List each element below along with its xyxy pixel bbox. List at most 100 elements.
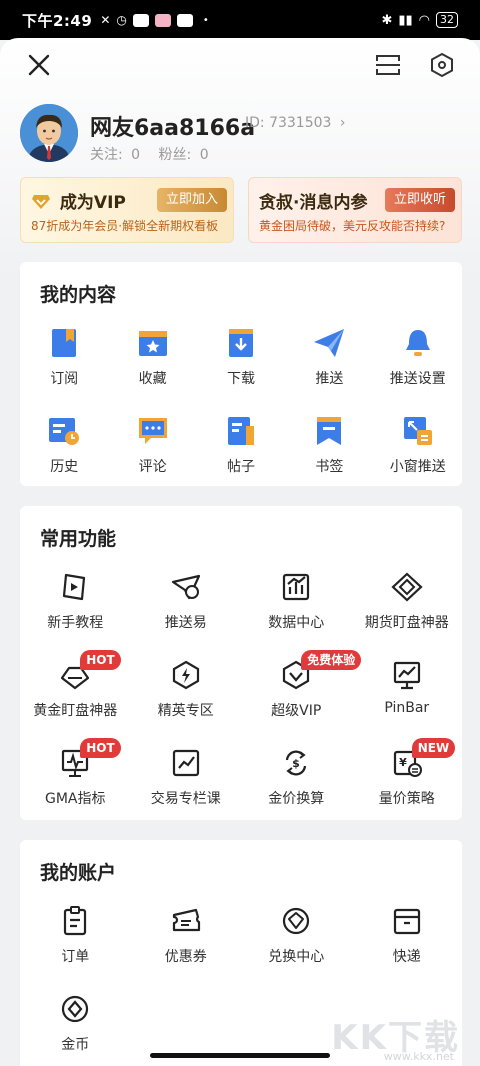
exchange-icon (279, 904, 313, 938)
listen-now-button[interactable]: 立即收听 (384, 188, 455, 212)
gold-monitor-icon: HOT (58, 650, 121, 692)
menu-item-subscribe[interactable]: 订阅 (20, 316, 108, 404)
menu-item-super-vip[interactable]: 免费体验 超级VIP (241, 648, 362, 736)
menu-item-label: 收藏 (138, 371, 167, 387)
avatar[interactable] (20, 104, 78, 162)
menu-item-label: 金价换算 (268, 791, 325, 807)
menu-item-label: 新手教程 (47, 615, 104, 631)
favorite-icon (136, 326, 170, 360)
menu-item-label: 交易专栏课 (150, 791, 221, 807)
volume-price-icon: ¥ NEW (390, 738, 456, 780)
wifi-icon: ◠ (418, 12, 430, 28)
subscribe-icon (47, 326, 81, 360)
battery-icon: 32 (436, 12, 458, 28)
following-label: 关注: (90, 147, 123, 163)
app-notification-icon (176, 13, 193, 27)
menu-item-futures-monitor[interactable]: 期货盯盘神器 (352, 560, 463, 648)
menu-item-push-easy[interactable]: 推送易 (131, 560, 242, 648)
bluetooth-icon: ✱ (381, 12, 393, 28)
home-indicator[interactable] (150, 1053, 330, 1058)
status-right-icons: ✱ ▮▮ ◠ 32 (381, 12, 458, 28)
menu-item-label: 订阅 (50, 371, 79, 387)
menu-item-label: 超级VIP (271, 703, 322, 719)
my-account-title: 我的账户 (40, 862, 117, 884)
push-icon (312, 326, 346, 360)
menu-item-favorite[interactable]: 收藏 (108, 316, 196, 404)
close-icon (28, 54, 50, 76)
menu-item-label: PinBar (384, 700, 430, 716)
menu-item-elite[interactable]: 精英专区 (131, 648, 242, 736)
menu-item-gold-monitor[interactable]: HOT 黄金盯盘神器 (20, 648, 131, 736)
profile-header[interactable]: 网友6aa8166a ID: 7331503 › 关注: 0 粉丝: 0 (20, 104, 460, 168)
user-id[interactable]: ID: 7331503 › (245, 115, 346, 131)
status-bar: 下午2:49 ✕ ◷ • ✱ ▮▮ ◠ 32 (0, 0, 480, 40)
menu-item-push[interactable]: 推送 (285, 316, 373, 404)
vip-promo-banner[interactable]: 成为VIP 立即加入 87折成为年会员·解锁全新期权看板 (20, 177, 234, 243)
menu-item-history[interactable]: 历史 (20, 404, 108, 492)
profile-sheet: 网友6aa8166a ID: 7331503 › 关注: 0 粉丝: 0 成为V… (0, 38, 480, 1066)
menu-item-posts[interactable]: 帖子 (197, 404, 285, 492)
menu-item-express[interactable]: 快递 (352, 894, 463, 982)
order-icon (58, 904, 92, 938)
post-icon (224, 414, 258, 448)
common-functions-card: 常用功能 新手教程 推送易 数据中心 期货盯盘神器 HOT 黄金盯盘神器 精英专… (20, 506, 462, 820)
hot-badge: HOT (80, 738, 121, 758)
hot-badge: HOT (80, 650, 121, 670)
gold-price-convert-icon: $ (279, 746, 313, 780)
menu-item-push-settings[interactable]: 推送设置 (374, 316, 462, 404)
status-time: 下午2:49 (22, 11, 93, 30)
menu-item-comment[interactable]: 评论 (108, 404, 196, 492)
menu-item-mini-window-push[interactable]: 小窗推送 (374, 404, 462, 492)
following-count[interactable]: 0 (131, 147, 140, 163)
menu-item-gold-price-convert[interactable]: $ 金价换算 (241, 736, 352, 824)
my-content-card: 我的内容 订阅 收藏 下载 推送 推送设置 历史 评论 帖子 书签 小窗推送 (20, 262, 462, 486)
menu-item-exchange-center[interactable]: 兑换中心 (241, 894, 352, 982)
fans-count[interactable]: 0 (200, 147, 209, 163)
menu-item-coins[interactable]: 金币 (20, 982, 131, 1066)
menu-item-label: 历史 (50, 459, 79, 475)
my-content-title: 我的内容 (40, 284, 117, 306)
svg-text:¥: ¥ (399, 756, 407, 769)
follow-stats: 关注: 0 粉丝: 0 (90, 144, 209, 164)
menu-item-gma[interactable]: HOT GMA指标 (20, 736, 131, 824)
data-center-icon (279, 570, 313, 604)
status-notification-icons: ✕ ◷ • (100, 13, 208, 27)
push-easy-icon (169, 570, 203, 604)
mini-window-icon (401, 414, 435, 448)
close-button[interactable] (22, 48, 56, 82)
gma-icon: HOT (58, 738, 121, 780)
common-functions-grid: 新手教程 推送易 数据中心 期货盯盘神器 HOT 黄金盯盘神器 精英专区 免费体… (20, 560, 462, 824)
menu-item-label: 数据中心 (268, 615, 325, 631)
menu-item-label: 黄金盯盘神器 (33, 703, 118, 719)
insider-news-banner[interactable]: 贪叔·消息内参 立即收听 黄金困局待破，美元反攻能否持续? (248, 177, 462, 243)
settings-button[interactable] (425, 48, 459, 82)
menu-item-coupons[interactable]: 优惠券 (131, 894, 242, 982)
alarm-icon: ◷ (116, 13, 127, 27)
user-id-label: ID: 7331503 (245, 115, 332, 131)
vip-promo-subtitle: 87折成为年会员·解锁全新期权看板 (31, 219, 219, 233)
settings-hexagon-icon (431, 52, 453, 78)
trading-course-icon (169, 746, 203, 780)
menu-item-data-center[interactable]: 数据中心 (241, 560, 352, 648)
menu-item-trading-course[interactable]: 交易专栏课 (131, 736, 242, 824)
history-icon (47, 414, 81, 448)
menu-item-label: 兑换中心 (268, 949, 325, 965)
coupon-icon (169, 904, 203, 938)
join-vip-button[interactable]: 立即加入 (156, 188, 227, 212)
menu-item-label: 优惠券 (164, 949, 207, 965)
download-icon (224, 326, 258, 360)
menu-item-volume-price[interactable]: ¥ NEW 量价策略 (352, 736, 463, 824)
scan-button[interactable] (371, 48, 405, 82)
express-icon (390, 904, 424, 938)
common-functions-title: 常用功能 (40, 528, 117, 550)
menu-item-label: 评论 (138, 459, 167, 475)
menu-item-bookmark[interactable]: 书签 (285, 404, 373, 492)
menu-item-label: 精英专区 (157, 703, 214, 719)
super-vip-icon: 免费体验 (279, 650, 362, 692)
futures-monitor-icon (390, 570, 424, 604)
menu-item-pinbar[interactable]: PinBar (352, 648, 463, 736)
menu-item-orders[interactable]: 订单 (20, 894, 131, 982)
menu-item-label: 小窗推送 (389, 459, 446, 475)
menu-item-download[interactable]: 下载 (197, 316, 285, 404)
menu-item-tutorial[interactable]: 新手教程 (20, 560, 131, 648)
